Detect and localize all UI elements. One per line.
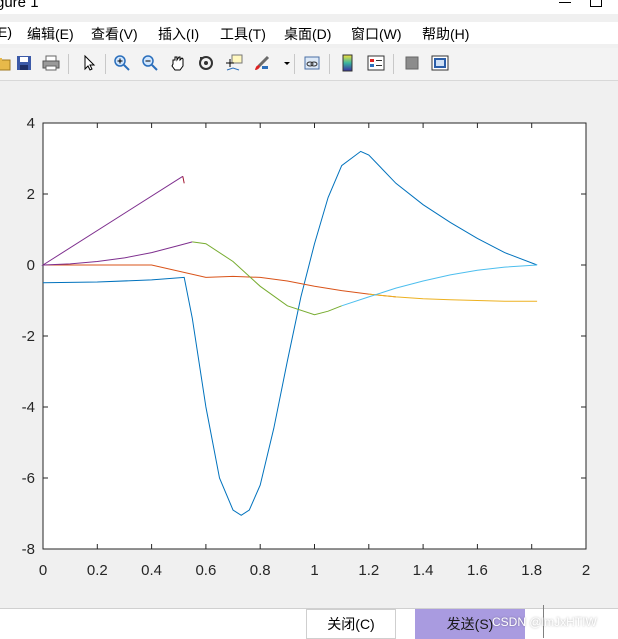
- y-tick-label: 2: [27, 186, 35, 203]
- x-tick-label: 0: [39, 562, 47, 579]
- legend-icon[interactable]: [365, 52, 387, 74]
- y-tick-label: -6: [22, 470, 35, 487]
- y-tick-label: -2: [22, 328, 35, 345]
- menu-window[interactable]: 窗口(W): [351, 24, 402, 44]
- zoom-out-icon[interactable]: [139, 52, 161, 74]
- x-tick-label: 0.2: [87, 562, 108, 579]
- window-title: gure 1: [0, 0, 39, 11]
- show-tools-icon[interactable]: [429, 52, 451, 74]
- rotate-icon[interactable]: [195, 52, 217, 74]
- y-tick-label: -8: [22, 541, 35, 558]
- hide-tools-icon[interactable]: [401, 52, 423, 74]
- save-icon[interactable]: [13, 52, 35, 74]
- menu-view[interactable]: 查看(V): [91, 24, 138, 44]
- toolbar-separator: [68, 54, 69, 74]
- plot-axes: [42, 122, 587, 550]
- maximize-button[interactable]: [590, 0, 602, 7]
- x-tick-label: 1.4: [413, 562, 434, 579]
- x-tick-label: 1: [310, 562, 318, 579]
- y-tick-label: 0: [27, 257, 35, 274]
- print-icon[interactable]: [40, 52, 62, 74]
- x-tick-label: 2: [582, 562, 590, 579]
- menu-help[interactable]: 帮助(H): [422, 24, 469, 44]
- line-chart[interactable]: 0 0.2 0.4 0.6 0.8 1 1.2 1.4 1.6 1.8 2 4 2 0 -2 -4 -6 -8: [0, 81, 618, 608]
- data-cursor-icon[interactable]: [223, 52, 245, 74]
- link-icon[interactable]: [301, 52, 323, 74]
- x-tick-label: 1.2: [358, 562, 379, 579]
- toolbar-separator: [294, 54, 295, 74]
- menu-edit[interactable]: 编辑(E): [27, 24, 74, 44]
- x-tick-label: 0.6: [195, 562, 216, 579]
- x-tick-label: 1.6: [467, 562, 488, 579]
- minimize-button[interactable]: [559, 0, 573, 8]
- menu-insert[interactable]: 插入(I): [158, 24, 199, 44]
- close-button[interactable]: 关闭(C): [306, 609, 396, 639]
- menu-desktop[interactable]: 桌面(D): [284, 24, 331, 44]
- x-tick-label: 0.8: [250, 562, 271, 579]
- brush-icon[interactable]: [251, 52, 273, 74]
- toolbar: [0, 48, 618, 81]
- toolbar-separator: [329, 54, 330, 74]
- open-icon[interactable]: [0, 52, 14, 74]
- y-tick-label: -4: [22, 399, 35, 416]
- colorbar-icon[interactable]: [337, 52, 359, 74]
- x-tick-label: 0.4: [141, 562, 162, 579]
- menu-bar: E) 编辑(E) 查看(V) 插入(I) 工具(T) 桌面(D) 窗口(W) 帮…: [0, 22, 618, 44]
- y-tick-label: 4: [27, 115, 35, 132]
- zoom-in-icon[interactable]: [111, 52, 133, 74]
- x-tick-label: 1.8: [521, 562, 542, 579]
- toolbar-separator: [105, 54, 106, 74]
- menu-file[interactable]: E): [0, 24, 12, 40]
- watermark: CSDN @lmJxHTIW: [492, 615, 597, 629]
- pointer-icon[interactable]: [78, 52, 100, 74]
- pan-icon[interactable]: [167, 52, 189, 74]
- menu-tools[interactable]: 工具(T): [220, 24, 266, 44]
- toolbar-separator: [393, 54, 394, 74]
- title-bar: gure 1: [0, 0, 618, 14]
